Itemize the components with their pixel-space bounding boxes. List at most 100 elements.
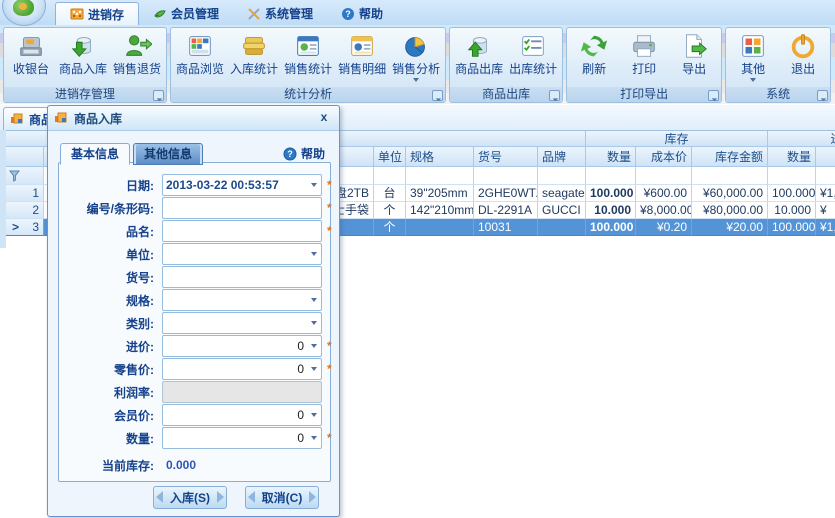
sales-stats-icon bbox=[293, 31, 323, 61]
field-label-quantity: 数量: bbox=[59, 430, 162, 447]
tab-basic-info[interactable]: 基本信息 bbox=[60, 143, 130, 165]
quantity-input[interactable] bbox=[163, 430, 307, 446]
filter-cell[interactable] bbox=[374, 167, 406, 185]
filter-cell[interactable] bbox=[692, 167, 768, 185]
filter-cell[interactable] bbox=[586, 167, 636, 185]
filter-cell[interactable] bbox=[768, 167, 816, 185]
cell-qty: 100.000 bbox=[586, 185, 636, 202]
dialog-launcher-icon[interactable] bbox=[153, 90, 164, 101]
dialog-launcher-icon[interactable] bbox=[708, 90, 719, 101]
stock-out-stats-icon bbox=[518, 31, 548, 61]
filter-cell[interactable] bbox=[538, 167, 586, 185]
export-button[interactable]: 导出 bbox=[669, 29, 719, 77]
dialog-launcher-icon[interactable] bbox=[432, 90, 443, 101]
spinner-icon[interactable] bbox=[307, 405, 321, 425]
filter-cell[interactable] bbox=[474, 167, 538, 185]
chevron-down-icon[interactable] bbox=[307, 244, 321, 264]
exit-button[interactable]: 退出 bbox=[778, 29, 828, 77]
header-partial[interactable] bbox=[816, 147, 835, 167]
chevron-down-icon[interactable] bbox=[307, 313, 321, 333]
header-brand[interactable]: 品牌 bbox=[538, 147, 586, 167]
artno-field[interactable] bbox=[162, 266, 322, 288]
ribbon-group-label: 打印导出 bbox=[620, 87, 668, 101]
name-input[interactable] bbox=[163, 223, 321, 239]
close-icon[interactable]: x bbox=[315, 110, 333, 126]
header-spec[interactable]: 规格 bbox=[406, 147, 474, 167]
app-logo-icon bbox=[13, 0, 34, 16]
unit-field[interactable] bbox=[162, 243, 322, 265]
tab-system-mgmt[interactable]: 系统管理 bbox=[233, 2, 327, 25]
header-unit[interactable]: 单位 bbox=[374, 147, 406, 167]
help-link[interactable]: ? 帮助 bbox=[283, 145, 325, 162]
goods-tab-icon bbox=[10, 112, 24, 126]
dialog-titlebar[interactable]: 商品入库 x bbox=[48, 106, 339, 131]
filter-cell[interactable] bbox=[636, 167, 692, 185]
sales-stats-button[interactable]: 销售统计 bbox=[281, 29, 335, 77]
other-button[interactable]: 其他 bbox=[728, 29, 778, 83]
sales-detail-button[interactable]: 销售明细 bbox=[335, 29, 389, 77]
retail-price-input[interactable] bbox=[163, 361, 307, 377]
filter-rowmark bbox=[6, 167, 44, 185]
ribbon-body: 收银台 商品入库 销售退货 进销存管理 商品浏 bbox=[0, 25, 835, 104]
code-field[interactable] bbox=[162, 197, 322, 219]
stock-out-stats-button[interactable]: 出库统计 bbox=[506, 29, 560, 77]
header-qty2[interactable]: 数量 bbox=[768, 147, 816, 167]
spinner-icon[interactable] bbox=[307, 336, 321, 356]
current-stock-value: 0.000 bbox=[162, 458, 196, 472]
spec-field[interactable] bbox=[162, 289, 322, 311]
app-orb-button[interactable] bbox=[2, 0, 46, 26]
sales-analysis-button[interactable]: 销售分析 bbox=[389, 29, 443, 83]
tab-label: 帮助 bbox=[359, 5, 383, 22]
print-button[interactable]: 打印 bbox=[619, 29, 669, 77]
stock-in-stats-button[interactable]: 入库统计 bbox=[227, 29, 281, 77]
tab-other-info[interactable]: 其他信息 bbox=[133, 143, 203, 165]
unit-input[interactable] bbox=[163, 246, 307, 262]
goods-browse-button[interactable]: 商品浏览 bbox=[173, 29, 227, 77]
sales-return-button[interactable]: 销售退货 bbox=[110, 29, 164, 77]
stock-in-button[interactable]: 商品入库 bbox=[56, 29, 110, 77]
refresh-button[interactable]: 刷新 bbox=[569, 29, 619, 77]
chevron-down-icon[interactable] bbox=[307, 175, 321, 195]
tab-jinxiaocun[interactable]: 进销存 bbox=[55, 2, 139, 25]
sales-analysis-icon bbox=[401, 31, 431, 61]
dialog-launcher-icon[interactable] bbox=[817, 90, 828, 101]
spinner-icon[interactable] bbox=[307, 359, 321, 379]
spec-input[interactable] bbox=[163, 292, 307, 308]
retail-price-field[interactable] bbox=[162, 358, 322, 380]
help-icon: ? bbox=[283, 147, 297, 161]
tools-icon bbox=[247, 7, 261, 21]
member-price-input[interactable] bbox=[163, 407, 307, 423]
stock-in-submit-button[interactable]: 入库(S) bbox=[153, 486, 227, 509]
chevron-down-icon[interactable] bbox=[307, 290, 321, 310]
category-input[interactable] bbox=[163, 315, 307, 331]
name-field[interactable] bbox=[162, 220, 322, 242]
purchase-price-input[interactable] bbox=[163, 338, 307, 354]
filter-cell[interactable] bbox=[406, 167, 474, 185]
date-input[interactable] bbox=[163, 177, 307, 193]
quantity-field[interactable] bbox=[162, 427, 322, 449]
header-cost[interactable]: 成本价 bbox=[636, 147, 692, 167]
spinner-icon[interactable] bbox=[307, 428, 321, 448]
artno-input[interactable] bbox=[163, 269, 321, 285]
tab-member-mgmt[interactable]: 会员管理 bbox=[139, 2, 233, 25]
header-amount[interactable]: 库存金额 bbox=[692, 147, 768, 167]
header-qty[interactable]: 数量 bbox=[586, 147, 636, 167]
ribbon-group-stats: 商品浏览 入库统计 销售统计 销售明细 销售分析 bbox=[170, 27, 446, 103]
filter-funnel-icon bbox=[9, 170, 20, 182]
ribbon: 进销存 会员管理 系统管理 ? 帮助 收银台 bbox=[0, 0, 835, 104]
member-price-field[interactable] bbox=[162, 404, 322, 426]
purchase-price-field[interactable] bbox=[162, 335, 322, 357]
category-field[interactable] bbox=[162, 312, 322, 334]
cell-unit: 台 bbox=[374, 185, 406, 202]
date-field[interactable] bbox=[162, 174, 322, 196]
dialog-launcher-icon[interactable] bbox=[549, 90, 560, 101]
header-artno[interactable]: 货号 bbox=[474, 147, 538, 167]
chevron-down-icon bbox=[750, 78, 756, 82]
cashier-button[interactable]: 收银台 bbox=[6, 29, 56, 77]
code-input[interactable] bbox=[163, 200, 321, 216]
filter-cell[interactable] bbox=[816, 167, 835, 185]
stock-out-button[interactable]: 商品出库 bbox=[452, 29, 506, 77]
ribbon-group-label: 进销存管理 bbox=[55, 87, 115, 101]
tab-help[interactable]: ? 帮助 bbox=[327, 2, 397, 25]
cancel-button[interactable]: 取消(C) bbox=[245, 486, 319, 509]
